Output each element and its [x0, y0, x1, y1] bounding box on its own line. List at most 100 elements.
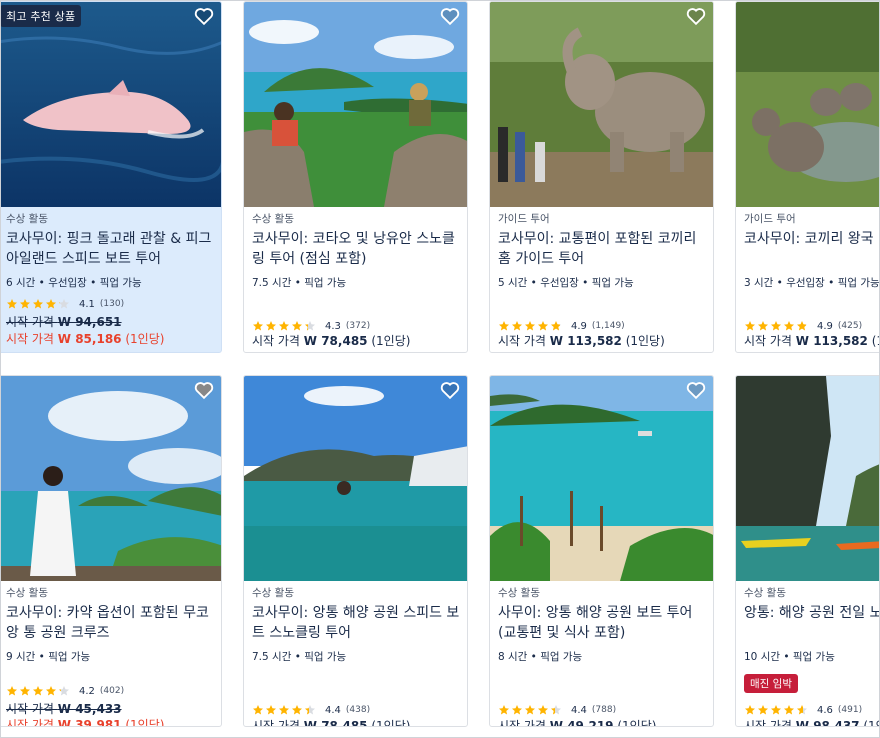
review-count: (372)	[345, 321, 371, 331]
review-count: (1,149)	[591, 321, 625, 331]
activity-category: 수상 활동	[252, 587, 294, 599]
star-icon	[20, 686, 30, 696]
activity-photo-elephant-home[interactable]	[490, 2, 713, 207]
activity-category: 가이드 투어	[744, 213, 796, 225]
activity-title[interactable]: 코사무이: 코타오 및 낭유안 스노클링 투어 (점심 포함)	[252, 229, 467, 269]
star-icon	[525, 705, 535, 715]
heart-outline-icon[interactable]	[685, 5, 707, 27]
activity-meta: 10 시간 • 픽업 가능	[744, 651, 835, 663]
activity-photo-elephant-kingdom[interactable]	[736, 2, 879, 207]
activity-meta: 7.5 시간 • 픽업 가능	[252, 277, 347, 289]
star-rating	[498, 320, 563, 332]
activity-card[interactable]: 수상 활동 앙통: 해양 공원 전일 노클링 투어 10 시간 • 픽업 가능 …	[735, 375, 879, 727]
star-rating	[6, 685, 71, 697]
activity-card[interactable]: 수상 활동 코사무이: 코타오 및 낭유안 스노클링 투어 (점심 포함) 7.…	[243, 1, 468, 353]
price: 시작 가격 W 78,485 (1인당)	[252, 334, 411, 348]
review-count: (402)	[99, 686, 125, 696]
activity-photo-snorkel-speedboat[interactable]	[244, 376, 467, 581]
activity-rating: 4.6 (491)	[744, 702, 862, 718]
activity-title[interactable]: 앙통: 해양 공원 전일 노클링 투어	[744, 603, 879, 623]
activity-card[interactable]: 최고 추천 상품 수상 활동 코사무이: 핑크 돌고래 관찰 & 피그 아일랜드…	[1, 1, 222, 353]
price: 시작 가격 W 49,219 (1인당)	[498, 719, 657, 727]
star-icon	[784, 321, 794, 331]
star-icon	[59, 299, 69, 309]
activity-photo-angthong-boat[interactable]	[490, 376, 713, 581]
activity-meta: 9 시간 • 픽업 가능	[6, 651, 91, 663]
activity-rating: 4.4 (438)	[252, 702, 370, 718]
star-icon	[525, 321, 535, 331]
star-icon	[253, 321, 263, 331]
rating-value: 4.2	[79, 685, 95, 697]
top-pick-badge: 최고 추천 상품	[1, 5, 82, 27]
star-icon	[512, 321, 522, 331]
star-icon	[59, 686, 69, 696]
star-icon	[551, 705, 561, 715]
star-rating	[744, 320, 809, 332]
star-icon	[253, 705, 263, 715]
star-icon	[292, 321, 302, 331]
activity-rating: 4.2 (402)	[6, 683, 124, 699]
activity-card[interactable]: 수상 활동 사무이: 앙통 해양 공원 보트 투어 (교통편 및 식사 포함) …	[489, 375, 714, 727]
original-price: 시작 가격 W 45,433	[6, 702, 122, 716]
activity-photo-kayak-cruise[interactable]	[1, 376, 221, 581]
activity-title[interactable]: 코사무이: 카약 옵션이 포함된 무코 앙 통 공원 크루즈	[6, 603, 221, 643]
discounted-price: 시작 가격 W 85,186 (1인당)	[6, 332, 165, 346]
heart-outline-icon[interactable]	[685, 379, 707, 401]
activity-card[interactable]: 수상 활동 코사무이: 카약 옵션이 포함된 무코 앙 통 공원 크루즈 9 시…	[1, 375, 222, 727]
review-count: (425)	[837, 321, 863, 331]
activity-photo-pink-dolphin[interactable]	[1, 2, 221, 207]
star-icon	[758, 705, 768, 715]
star-icon	[512, 705, 522, 715]
star-icon	[46, 686, 56, 696]
activity-title[interactable]: 코사무이: 코끼리 왕국 반나절 투어	[744, 229, 879, 249]
star-rating	[252, 704, 317, 716]
star-icon	[20, 299, 30, 309]
activity-title[interactable]: 사무이: 앙통 해양 공원 보트 투어 (교통편 및 식사 포함)	[498, 603, 713, 643]
activity-grid: 최고 추천 상품 수상 활동 코사무이: 핑크 돌고래 관찰 & 피그 아일랜드…	[0, 0, 880, 738]
star-icon	[7, 299, 17, 309]
heart-outline-icon[interactable]	[439, 379, 461, 401]
activity-title[interactable]: 코사무이: 앙통 해양 공원 스피드 보트 스노클링 투어	[252, 603, 467, 643]
star-icon	[771, 321, 781, 331]
activity-rating: 4.1 (130)	[6, 296, 124, 312]
heart-outline-icon[interactable]	[193, 5, 215, 27]
activity-category: 수상 활동	[6, 587, 48, 599]
star-icon	[279, 705, 289, 715]
review-count: (788)	[591, 705, 617, 715]
star-icon	[266, 705, 276, 715]
star-icon	[7, 686, 17, 696]
price: 시작 가격 W 98,437 (1인당)	[744, 719, 879, 727]
star-icon	[33, 686, 43, 696]
activity-card[interactable]: 수상 활동 코사무이: 앙통 해양 공원 스피드 보트 스노클링 투어 7.5 …	[243, 375, 468, 727]
star-icon	[797, 705, 807, 715]
activity-photo-koh-tao[interactable]	[244, 2, 467, 207]
activity-photo-kayak-cliffs[interactable]	[736, 376, 879, 581]
activity-title[interactable]: 코사무이: 교통편이 포함된 코끼리 홈 가이드 투어	[498, 229, 713, 269]
rating-value: 4.9	[817, 320, 833, 332]
rating-value: 4.9	[571, 320, 587, 332]
review-count: (130)	[99, 299, 125, 309]
star-icon	[305, 705, 315, 715]
star-rating	[6, 298, 71, 310]
heart-outline-icon[interactable]	[439, 5, 461, 27]
star-rating	[498, 704, 563, 716]
activity-title[interactable]: 코사무이: 핑크 돌고래 관찰 & 피그 아일랜드 스피드 보트 투어	[6, 229, 221, 269]
activity-category: 수상 활동	[6, 213, 48, 225]
activity-card[interactable]: 가이드 투어 코사무이: 코끼리 왕국 반나절 투어 3 시간 • 우선입장 •…	[735, 1, 879, 353]
star-icon	[551, 321, 561, 331]
activity-meta: 5 시간 • 우선입장 • 픽업 가능	[498, 277, 634, 289]
star-icon	[279, 321, 289, 331]
star-icon	[46, 299, 56, 309]
price: 시작 가격 W 113,582 (1인당)	[744, 334, 879, 348]
price: 시작 가격 W 113,582 (1인당)	[498, 334, 665, 348]
rating-value: 4.4	[571, 704, 587, 716]
star-rating	[744, 704, 809, 716]
activity-rating: 4.4 (788)	[498, 702, 616, 718]
star-icon	[538, 321, 548, 331]
star-icon	[745, 321, 755, 331]
heart-filled-icon[interactable]	[193, 379, 215, 401]
rating-value: 4.1	[79, 298, 95, 310]
review-count: (438)	[345, 705, 371, 715]
star-rating	[252, 320, 317, 332]
activity-card[interactable]: 가이드 투어 코사무이: 교통편이 포함된 코끼리 홈 가이드 투어 5 시간 …	[489, 1, 714, 353]
